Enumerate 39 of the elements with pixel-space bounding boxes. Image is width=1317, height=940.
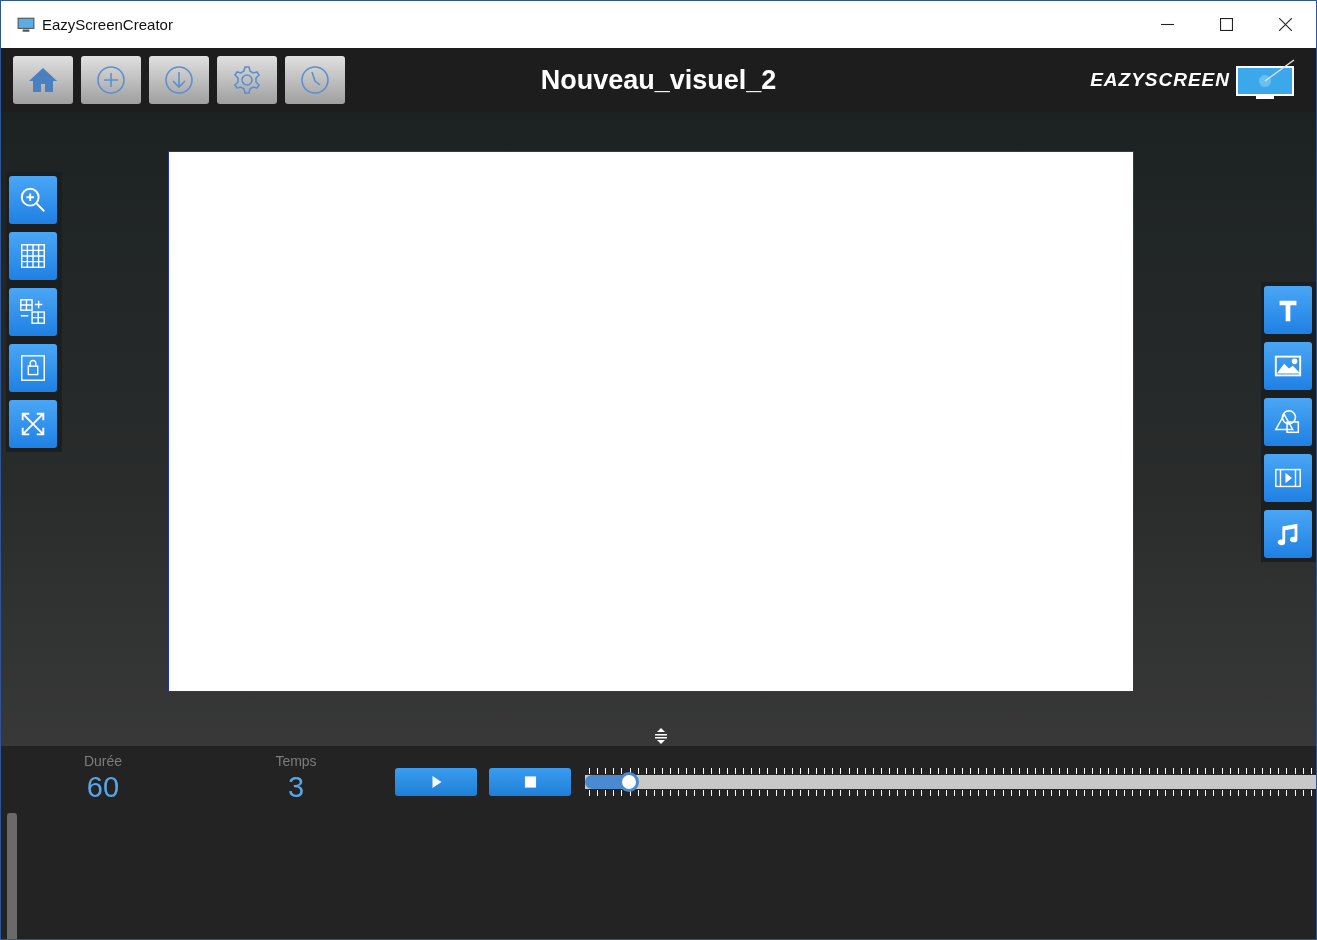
image-button[interactable]: [1264, 342, 1312, 390]
play-button[interactable]: [395, 768, 477, 796]
duration-label: Durée: [83, 753, 123, 769]
plus-circle-icon: [95, 64, 127, 96]
resize-handle-icon[interactable]: [654, 726, 667, 746]
grid-button[interactable]: [9, 232, 57, 280]
scrollbar[interactable]: [7, 813, 17, 939]
app-icon: [17, 15, 35, 34]
zoom-in-icon: [18, 185, 48, 215]
time-value: 3: [287, 771, 305, 804]
settings-button[interactable]: [217, 56, 277, 104]
duration-value: 60: [86, 771, 120, 804]
window-title: EazyScreenCreator: [42, 16, 173, 33]
logo-text: EAZYSCREEN: [1090, 69, 1230, 91]
home-button[interactable]: [13, 56, 73, 104]
settings-icon: [231, 64, 263, 96]
stop-button[interactable]: [489, 768, 571, 796]
grid-icon: [18, 241, 48, 271]
clock-icon: [299, 64, 331, 96]
music-button[interactable]: [1264, 510, 1312, 558]
grid-resize-button[interactable]: [9, 288, 57, 336]
maximize-icon[interactable]: [1220, 18, 1233, 31]
monitor-logo-icon: [1236, 59, 1296, 101]
grid-plus-minus-icon: [18, 297, 48, 327]
time-label: Temps: [275, 753, 317, 769]
download-button[interactable]: [149, 56, 209, 104]
add-button[interactable]: [81, 56, 141, 104]
close-icon[interactable]: [1279, 18, 1292, 31]
fullscreen-button[interactable]: [9, 400, 57, 448]
stop-icon: [523, 775, 537, 789]
history-button[interactable]: [285, 56, 345, 104]
lock-button[interactable]: [9, 344, 57, 392]
lock-icon: [18, 353, 48, 383]
video-button[interactable]: [1264, 454, 1312, 502]
shapes-button[interactable]: [1264, 398, 1312, 446]
text-button[interactable]: [1264, 286, 1312, 334]
download-icon: [163, 64, 195, 96]
zoom-button[interactable]: [9, 176, 57, 224]
document-title: Nouveau_visuel_2: [540, 64, 777, 96]
